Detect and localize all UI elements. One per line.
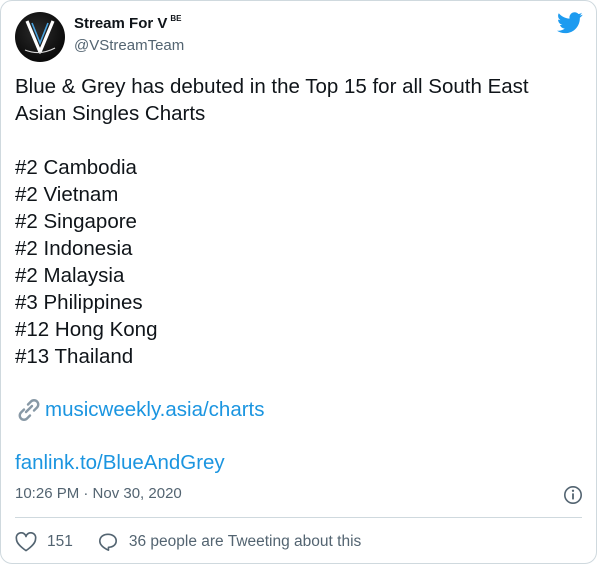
avatar[interactable] [15, 12, 65, 62]
tweet-actions: 151 36 people are Tweeting about this [15, 530, 385, 554]
account-handle[interactable]: @VStreamTeam [74, 37, 184, 54]
avatar-v-logo [24, 20, 56, 54]
link-musicweekly-text[interactable]: musicweekly.asia/charts [45, 398, 265, 422]
tweeting-link[interactable]: 36 people are Tweeting about this [97, 532, 361, 552]
tweet-timestamp[interactable]: 10:26 PM · Nov 30, 2020 [15, 485, 182, 502]
like-button[interactable]: 151 [15, 532, 73, 552]
tweeting-count-text: 36 people are Tweeting about this [128, 533, 362, 550]
heart-icon [15, 532, 37, 552]
twitter-bird-icon[interactable] [557, 12, 583, 34]
link-chain-icon [18, 399, 40, 421]
tweet-card: Stream For V BE @VStreamTeam Blue & Grey … [0, 0, 597, 564]
link-musicweekly[interactable]: musicweekly.asia/charts [15, 397, 265, 423]
info-icon[interactable] [563, 485, 583, 505]
display-name[interactable]: Stream For V BE [74, 14, 182, 32]
speech-bubble-icon [98, 533, 117, 551]
name-badge: BE [170, 14, 182, 23]
tweet-text: Blue & Grey has debuted in the Top 15 fo… [15, 75, 529, 368]
divider [15, 517, 582, 518]
display-name-text: Stream For V [74, 15, 168, 32]
link-fanlink[interactable]: fanlink.to/BlueAndGrey [15, 451, 225, 475]
like-count: 151 [47, 533, 73, 550]
